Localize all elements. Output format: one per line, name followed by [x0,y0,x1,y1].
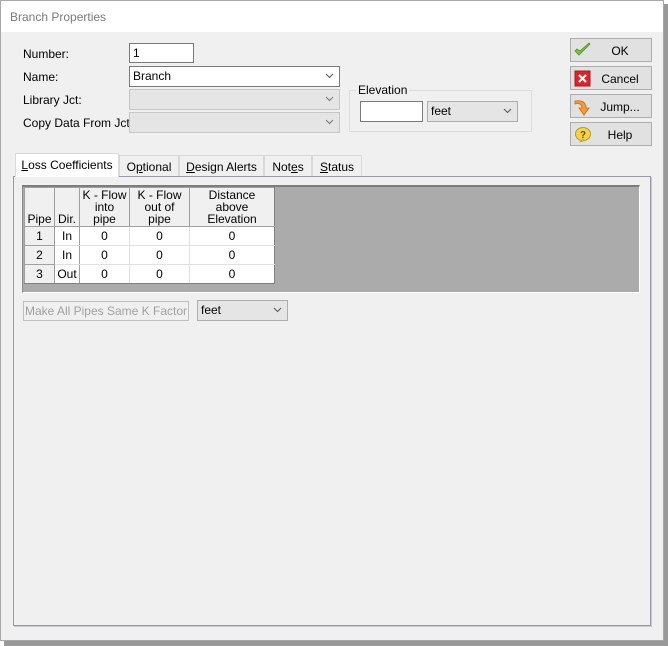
copy-data-combobox[interactable] [129,112,340,133]
help-label: Help [607,128,633,142]
number-label: Number: [23,47,70,61]
cell-k-into[interactable]: 0 [79,226,130,246]
name-combobox[interactable]: Branch [129,66,340,87]
cell-k-into[interactable]: 0 [79,264,130,284]
ok-button[interactable]: OK [570,38,652,62]
cancel-button[interactable]: Cancel [570,66,652,90]
cell-dir[interactable]: In [54,226,80,246]
cell-pipe[interactable]: 1 [24,226,55,246]
tab-accelerator: S [319,160,328,174]
distance-unit-value: feet [201,303,222,317]
window-shadow-right [664,4,668,646]
tab-notes[interactable]: Notes [264,155,312,176]
header-text: Pipe [27,212,52,226]
help-button[interactable]: ? Help [570,122,652,146]
cancel-label: Cancel [601,72,639,86]
tab-accelerator: p [135,160,143,174]
tab-status[interactable]: Status [312,155,362,176]
number-input[interactable]: 1 [129,43,194,63]
distance-unit-select[interactable]: feet [197,300,288,321]
tab-label: oss Coefficients [28,158,113,172]
make-all-pipes-same-k-button[interactable]: Make All Pipes Same K Factor [23,301,189,321]
cell-k-out[interactable]: 0 [129,264,190,284]
column-header-k-into[interactable]: K - Flow into pipe [79,187,130,227]
jump-button[interactable]: Jump... [570,94,652,118]
jump-label: Jump... [600,100,640,114]
cell-k-out[interactable]: 0 [129,226,190,246]
name-value: Branch [133,69,172,83]
window-shadow-bottom [4,641,668,646]
chevron-down-icon [325,72,334,80]
tab-accelerator: e [291,160,298,174]
cell-dir[interactable]: In [54,245,80,265]
cell-k-into[interactable]: 0 [79,245,130,265]
header-text: Elevation [207,212,257,226]
column-header-pipe[interactable]: Pipe [24,187,55,227]
column-header-dir[interactable]: Dir. [54,187,80,227]
column-header-distance[interactable]: Distance above Elevation [189,187,275,227]
column-header-k-out[interactable]: K - Flow out of pipe [129,187,190,227]
cell-pipe[interactable]: 3 [24,264,55,284]
tab-label: O [126,160,136,174]
loss-coefficients-grid: Pipe Dir. K - Flow into pipe K - Flow out … [24,187,275,284]
title-bar: Branch Properties [1,1,663,32]
cell-distance[interactable]: 0 [189,245,275,265]
tab-label: s [297,160,304,174]
library-jct-combobox[interactable] [129,89,340,110]
header-text: Distance above [208,188,256,214]
tab-label: tional [142,160,172,174]
table-row: 2 In 0 0 0 [24,245,275,265]
elevation-unit-value: feet [431,104,452,118]
cell-dir[interactable]: Out [54,264,80,284]
elevation-unit-select[interactable]: feet [427,101,518,122]
window-title: Branch Properties [10,10,107,24]
elevation-input[interactable] [360,101,423,122]
grid-header-row: Pipe Dir. K - Flow into pipe K - Flow out … [24,187,275,227]
cell-pipe[interactable]: 2 [24,245,55,265]
cell-distance[interactable]: 0 [189,226,275,246]
name-label: Name: [23,70,59,84]
library-jct-label: Library Jct: [23,93,82,107]
tab-label: Not [272,160,291,174]
table-row: 1 In 0 0 0 [24,226,275,246]
tab-label: tatus [328,160,355,174]
table-row: 3 Out 0 0 0 [24,264,275,284]
chevron-down-icon [325,95,334,103]
chevron-down-icon [503,107,512,115]
cell-distance[interactable]: 0 [189,264,275,284]
chevron-down-icon [325,118,334,126]
cell-k-out[interactable]: 0 [129,245,190,265]
elevation-group-label: Elevation [356,83,410,97]
copy-data-label: Copy Data From Jct... [23,116,140,130]
chevron-down-icon [273,306,282,314]
header-text: into pipe [93,200,116,226]
tab-design-alerts[interactable]: Design Alerts [179,155,264,176]
tab-label: esign Alerts [194,160,257,174]
ok-label: OK [611,44,629,58]
tab-optional[interactable]: Optional [119,155,179,176]
tab-accelerator: D [186,160,195,174]
header-text: out of pipe [144,200,175,226]
tab-loss-coefficients[interactable]: Loss Coefficients [15,153,119,177]
header-text: Dir. [58,212,76,226]
